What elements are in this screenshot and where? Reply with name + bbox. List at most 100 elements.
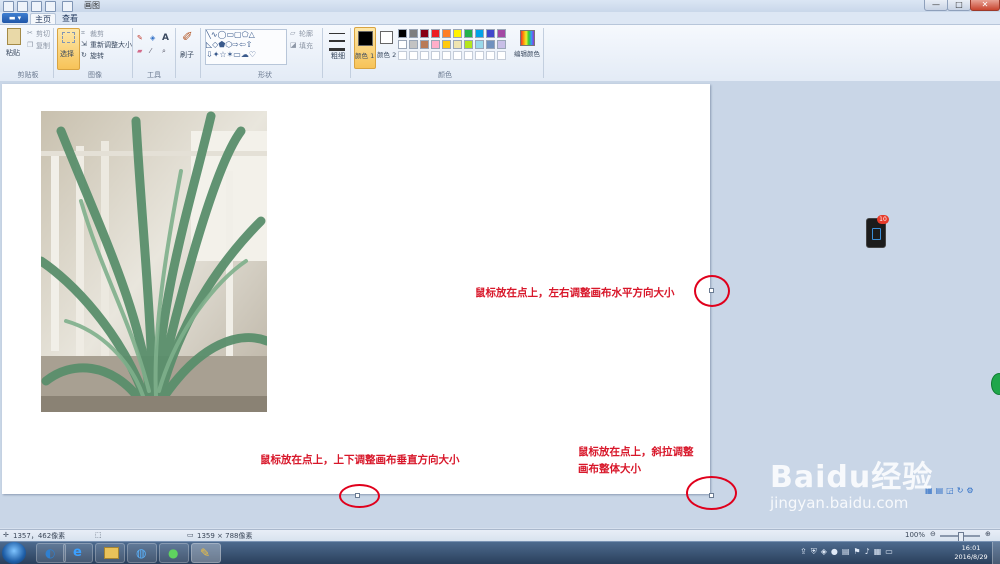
eraser-icon[interactable]: ▰ bbox=[137, 47, 142, 55]
color1-button[interactable]: 颜色 1 bbox=[354, 27, 376, 69]
clock[interactable]: 16:01 2016/8/29 bbox=[952, 544, 990, 562]
callout-shape-icon[interactable]: ▭ bbox=[233, 50, 241, 59]
palette-color-swatch[interactable] bbox=[464, 40, 473, 49]
palette-color-swatch[interactable] bbox=[486, 29, 495, 38]
arrow-left-shape-icon[interactable]: ⇦ bbox=[239, 40, 246, 49]
phone-widget[interactable]: 10 bbox=[866, 215, 889, 248]
maximize-button[interactable]: □ bbox=[947, 0, 971, 11]
tray-keyboard-icon[interactable]: ▦ bbox=[874, 547, 886, 556]
star5-shape-icon[interactable]: ☆ bbox=[219, 50, 226, 59]
palette-color-swatch[interactable] bbox=[431, 29, 440, 38]
tray-chat-icon[interactable]: ● bbox=[831, 547, 842, 556]
crop-label: 裁剪 bbox=[90, 30, 104, 38]
taskbar-explorer[interactable] bbox=[95, 543, 125, 563]
settings-icon[interactable]: ⚙ bbox=[966, 486, 976, 495]
zoom-in-button[interactable]: ⊕ bbox=[985, 530, 991, 538]
custom-color-slot[interactable] bbox=[497, 51, 506, 60]
palette-color-swatch[interactable] bbox=[497, 29, 506, 38]
select-button[interactable]: 选择 bbox=[57, 28, 80, 70]
tab-view[interactable]: 查看 bbox=[58, 13, 82, 24]
color-picker-icon[interactable]: ⁄ bbox=[150, 47, 151, 55]
fill-bucket-icon[interactable]: ◈ bbox=[150, 34, 155, 42]
redo-icon[interactable] bbox=[45, 1, 56, 12]
palette-color-swatch[interactable] bbox=[420, 29, 429, 38]
palette-color-swatch[interactable] bbox=[442, 40, 451, 49]
polygon-shape-icon[interactable]: ⬠ bbox=[242, 30, 249, 39]
palette-color-swatch[interactable] bbox=[398, 29, 407, 38]
customize-toolbar-icon[interactable] bbox=[62, 1, 73, 12]
custom-color-slot[interactable] bbox=[464, 51, 473, 60]
annotation-diagonal-line1: 鼠标放在点上，斜拉调整 bbox=[578, 446, 694, 458]
refresh-icon[interactable]: ↻ bbox=[957, 486, 967, 495]
tray-usb-icon[interactable]: ⇪ bbox=[800, 547, 811, 556]
tile-view-icon[interactable]: ▤ bbox=[936, 486, 947, 495]
taskbar-edge[interactable]: ◍ bbox=[127, 543, 157, 563]
undo-icon[interactable] bbox=[31, 1, 42, 12]
fit-view-icon[interactable]: ◲ bbox=[946, 486, 957, 495]
palette-color-swatch[interactable] bbox=[431, 40, 440, 49]
paste-button[interactable]: 粘贴 bbox=[4, 28, 24, 60]
pencil-icon[interactable]: ✎ bbox=[137, 34, 143, 42]
zoom-out-button[interactable]: ⊖ bbox=[930, 530, 936, 538]
text-tool-icon[interactable]: A bbox=[162, 33, 169, 43]
cloud-shape-icon[interactable]: ☁ bbox=[241, 50, 249, 59]
show-desktop-button[interactable] bbox=[992, 542, 1000, 564]
custom-color-slot[interactable] bbox=[486, 51, 495, 60]
palette-color-swatch[interactable] bbox=[475, 40, 484, 49]
app-menu-button[interactable]: ▬ ▾ bbox=[2, 13, 28, 23]
tray-display-icon[interactable]: ▭ bbox=[885, 547, 897, 556]
color2-button[interactable]: 颜色 2 bbox=[377, 28, 397, 66]
arrow-right-shape-icon[interactable]: ⇨ bbox=[232, 40, 239, 49]
triangle-shape-icon[interactable]: △ bbox=[249, 30, 255, 39]
palette-color-swatch[interactable] bbox=[442, 29, 451, 38]
group-separator bbox=[175, 28, 176, 78]
custom-color-slot[interactable] bbox=[398, 51, 407, 60]
custom-color-slot[interactable] bbox=[453, 51, 462, 60]
ie-icon: e bbox=[73, 545, 82, 560]
side-float-button[interactable] bbox=[991, 373, 1000, 395]
arrow-up-shape-icon[interactable]: ⇧ bbox=[246, 40, 253, 49]
minimize-button[interactable]: — bbox=[924, 0, 948, 11]
heart-shape-icon[interactable]: ♡ bbox=[249, 50, 256, 59]
custom-color-slot[interactable] bbox=[431, 51, 440, 60]
palette-color-swatch[interactable] bbox=[475, 29, 484, 38]
taskbar-paint[interactable]: ✎ bbox=[191, 543, 221, 563]
palette-color-swatch[interactable] bbox=[486, 40, 495, 49]
palette-color-swatch[interactable] bbox=[409, 40, 418, 49]
start-button[interactable] bbox=[2, 542, 26, 564]
edit-colors-button[interactable]: 编辑颜色 bbox=[514, 28, 540, 68]
tray-network-icon[interactable]: ▤ bbox=[842, 547, 854, 556]
custom-color-slot[interactable] bbox=[442, 51, 451, 60]
palette-color-swatch[interactable] bbox=[420, 40, 429, 49]
zoom-slider[interactable] bbox=[940, 532, 980, 542]
palette-color-swatch[interactable] bbox=[497, 40, 506, 49]
custom-color-slot[interactable] bbox=[475, 51, 484, 60]
brushes-button[interactable]: ✐ 刷子 bbox=[179, 28, 197, 68]
paint-palette-icon: ✎ bbox=[200, 546, 211, 560]
tray-flag-icon[interactable]: ⚑ bbox=[853, 547, 864, 556]
palette-color-swatch[interactable] bbox=[453, 29, 462, 38]
rectangle-shape-icon[interactable]: ▭ bbox=[226, 30, 234, 39]
palette-color-swatch[interactable] bbox=[453, 40, 462, 49]
highlight-circle-bottom bbox=[339, 484, 380, 508]
palette-color-swatch[interactable] bbox=[464, 29, 473, 38]
custom-color-slot[interactable] bbox=[420, 51, 429, 60]
palette-color-swatch[interactable] bbox=[409, 29, 418, 38]
shapes-gallery[interactable]: ╲∿◯▭▢⬠△ ◺◇⬟⬡⇨⇦⇧ ⇩✦☆✶▭☁♡ bbox=[205, 29, 287, 65]
tray-shield-icon[interactable]: ◈ bbox=[821, 547, 831, 556]
taskbar-360-browser[interactable]: ◐ bbox=[36, 543, 66, 563]
curve-shape-icon[interactable]: ∿ bbox=[211, 30, 218, 39]
magnifier-icon[interactable]: ⌕ bbox=[162, 47, 166, 56]
size-button[interactable]: 粗细 bbox=[327, 29, 347, 69]
close-button[interactable]: ✕ bbox=[970, 0, 1000, 11]
taskbar-ie[interactable]: e bbox=[63, 543, 93, 563]
app-icon[interactable] bbox=[3, 1, 14, 12]
palette-color-swatch[interactable] bbox=[398, 40, 407, 49]
save-icon[interactable] bbox=[17, 1, 28, 12]
tray-security-icon[interactable]: ⛨ bbox=[811, 547, 821, 556]
rounded-rect-shape-icon[interactable]: ▢ bbox=[234, 30, 242, 39]
taskbar-wechat[interactable]: ● bbox=[159, 543, 189, 563]
arrow-down-shape-icon[interactable]: ⇩ bbox=[206, 50, 213, 59]
tray-volume-icon[interactable]: ♪ bbox=[865, 547, 874, 556]
custom-color-slot[interactable] bbox=[409, 51, 418, 60]
